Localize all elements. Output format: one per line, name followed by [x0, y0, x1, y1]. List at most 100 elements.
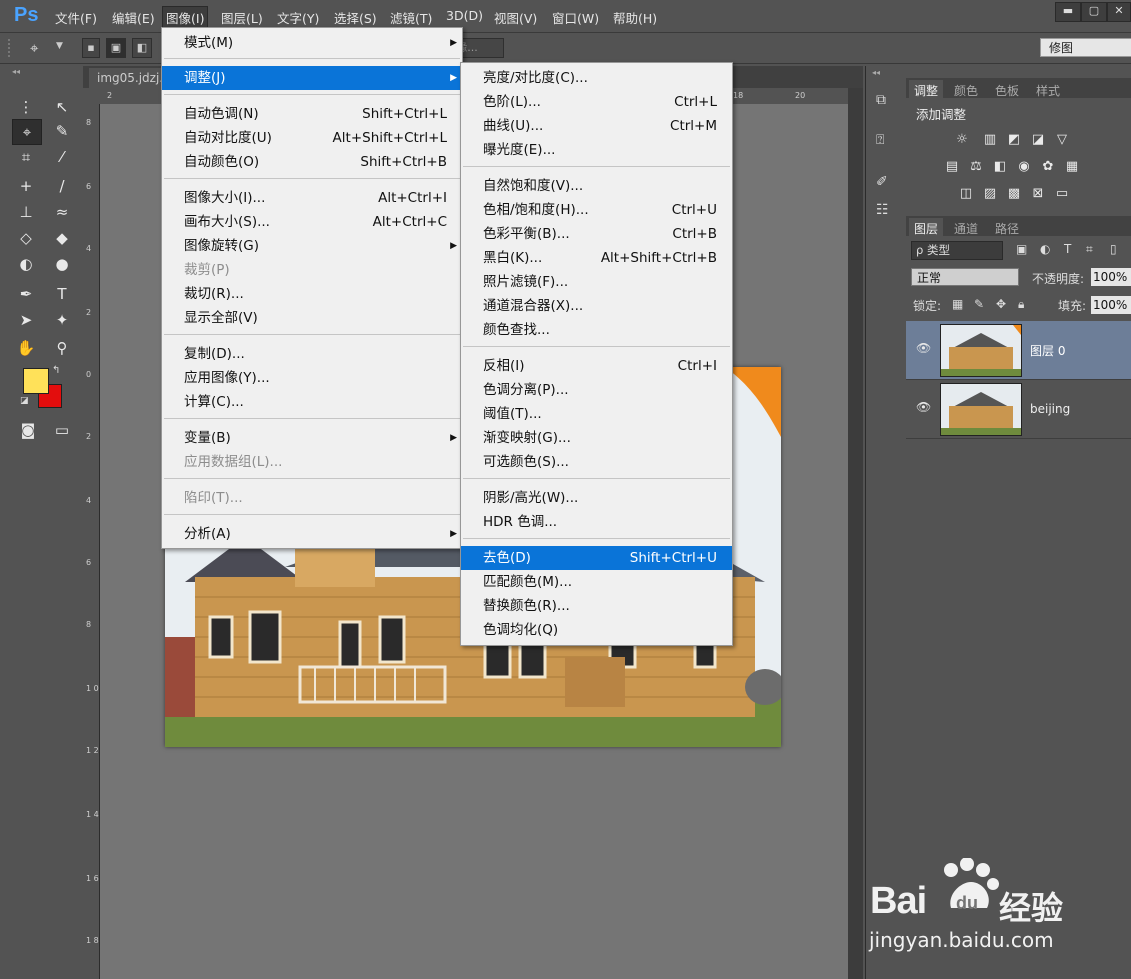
menu-item-auto-contrast[interactable]: 自动对比度(U) Alt+Shift+Ctrl+L	[162, 126, 462, 150]
menu-item-gradient-map[interactable]: 渐变映射(G)...	[461, 426, 732, 450]
move-icon[interactable]: ↖	[48, 95, 76, 119]
screen-mode-icon[interactable]: ▭	[48, 418, 76, 442]
menu-item-image-rotation[interactable]: 图像旋转(G) ▶	[162, 234, 462, 258]
tab-paths[interactable]: 路径	[990, 218, 1024, 239]
menu-file[interactable]: 文件(F)	[55, 8, 97, 27]
grip-handle[interactable]	[8, 39, 13, 57]
lock-position-icon[interactable]: ✥	[996, 297, 1006, 311]
maximize-button[interactable]: ▢	[1081, 2, 1107, 22]
tab-layers[interactable]: 图层	[909, 218, 944, 239]
hue-saturation-icon[interactable]: ▤	[944, 160, 960, 174]
default-colors-icon[interactable]: ◪	[20, 396, 29, 406]
exposure-icon[interactable]: ◪	[1030, 133, 1046, 147]
marquee-icon[interactable]: ⋮	[12, 95, 40, 119]
menu-item-posterize[interactable]: 色调分离(P)...	[461, 378, 732, 402]
eraser-icon[interactable]: ◇	[12, 226, 40, 250]
healing-icon[interactable]: +	[12, 174, 40, 198]
bucket-icon[interactable]: ◆	[48, 226, 76, 250]
menu-item-reveal-all[interactable]: 显示全部(V)	[162, 306, 462, 330]
filter-type-icon[interactable]: T	[1064, 242, 1071, 256]
tab-color[interactable]: 颜色	[949, 80, 983, 101]
tab-channels[interactable]: 通道	[949, 218, 983, 239]
menu-item-hdr-toning[interactable]: HDR 色调...	[461, 510, 732, 534]
eyedropper-icon[interactable]: ⁄	[48, 145, 76, 169]
lock-image-icon[interactable]: ✎	[974, 297, 984, 311]
subtract-selection-icon[interactable]: ◧	[132, 38, 152, 58]
polygon-lasso-icon[interactable]: ⌖	[30, 39, 38, 57]
filter-smart-icon[interactable]: ▯	[1110, 242, 1117, 256]
minimize-button[interactable]: ▬	[1055, 2, 1081, 22]
lasso-icon[interactable]: ⌖	[12, 119, 42, 145]
collapse-icon[interactable]: ◂◂	[872, 68, 880, 77]
threshold-icon[interactable]: ▩	[1006, 187, 1022, 201]
zoom-icon[interactable]: ⚲	[48, 336, 76, 360]
menu-item-black-white[interactable]: 黑白(K)... Alt+Shift+Ctrl+B	[461, 246, 732, 270]
menu-item-trim[interactable]: 裁切(R)...	[162, 282, 462, 306]
menu-item-calculations[interactable]: 计算(C)...	[162, 390, 462, 414]
menu-item-selective-color[interactable]: 可选颜色(S)...	[461, 450, 732, 474]
menu-item-levels[interactable]: 色阶(L)... Ctrl+L	[461, 90, 732, 114]
type-icon[interactable]: T	[48, 282, 76, 306]
channel-mixer-icon[interactable]: ✿	[1040, 160, 1056, 174]
brush-preset-icon[interactable]: ✐	[876, 174, 888, 190]
menu-help[interactable]: 帮助(H)	[613, 8, 657, 27]
menu-item-brightness-contrast[interactable]: 亮度/对比度(C)...	[461, 66, 732, 90]
hand-icon[interactable]: ✋	[12, 336, 40, 360]
visibility-eye-icon[interactable]: 👁︎	[916, 341, 931, 355]
filter-pixel-icon[interactable]: ▣	[1016, 242, 1027, 256]
workspace-select[interactable]: 修图	[1040, 38, 1131, 57]
menu-image[interactable]: 图像(I)	[162, 6, 209, 29]
menu-item-canvas-size[interactable]: 画布大小(S)... Alt+Ctrl+C	[162, 210, 462, 234]
menu-type[interactable]: 文字(Y)	[277, 8, 319, 27]
fill-input[interactable]: 100%	[1091, 296, 1131, 314]
swap-colors-icon[interactable]: ↰	[52, 365, 60, 376]
shape-icon[interactable]: ✦	[48, 308, 76, 332]
dodge-icon[interactable]: ●	[48, 252, 76, 276]
color-lookup-icon[interactable]: ▦	[1064, 160, 1080, 174]
menu-3d[interactable]: 3D(D)	[446, 8, 483, 23]
history-brush-icon[interactable]: ≈	[48, 200, 76, 224]
menu-item-photo-filter[interactable]: 照片滤镜(F)...	[461, 270, 732, 294]
menu-item-color-lookup[interactable]: 颜色查找...	[461, 318, 732, 342]
menu-item-vibrance[interactable]: 自然饱和度(V)...	[461, 174, 732, 198]
menu-item-channel-mixer[interactable]: 通道混合器(X)...	[461, 294, 732, 318]
filter-shape-icon[interactable]: ⌗	[1086, 242, 1093, 257]
menu-item-auto-tone[interactable]: 自动色调(N) Shift+Ctrl+L	[162, 102, 462, 126]
menu-item-exposure[interactable]: 曝光度(E)...	[461, 138, 732, 162]
menu-item-analysis[interactable]: 分析(A) ▶	[162, 522, 462, 546]
black-white-icon[interactable]: ◧	[992, 160, 1008, 174]
layer-filter-select[interactable]: ρ 类型	[911, 241, 1003, 260]
curves-icon[interactable]: ◩	[1006, 133, 1022, 147]
posterize-icon[interactable]: ▨	[982, 187, 998, 201]
menu-item-shadows-highlights[interactable]: 阴影/高光(W)...	[461, 486, 732, 510]
stamp-icon[interactable]: ⊥	[12, 200, 40, 224]
menu-item-adjustments[interactable]: 调整(J) ▶	[162, 66, 462, 90]
color-balance-icon[interactable]: ⚖	[968, 160, 984, 174]
menu-item-desaturate[interactable]: 去色(D) Shift+Ctrl+U	[461, 546, 732, 570]
selective-color-icon[interactable]: ⊠	[1030, 187, 1046, 201]
gradient-map-icon[interactable]: ▭	[1054, 187, 1070, 201]
menu-filter[interactable]: 滤镜(T)	[390, 8, 432, 27]
menu-item-color-balance[interactable]: 色彩平衡(B)... Ctrl+B	[461, 222, 732, 246]
pen-icon[interactable]: ✒	[12, 282, 40, 306]
brush-icon[interactable]: /	[48, 174, 76, 198]
menu-item-auto-color[interactable]: 自动颜色(O) Shift+Ctrl+B	[162, 150, 462, 174]
menu-layer[interactable]: 图层(L)	[221, 8, 263, 27]
blur-icon[interactable]: ◐	[12, 252, 40, 276]
quick-select-icon[interactable]: ✎	[48, 119, 76, 143]
menu-window[interactable]: 窗口(W)	[552, 8, 599, 27]
filter-adjust-icon[interactable]: ◐	[1040, 242, 1050, 256]
close-button[interactable]: ✕	[1107, 2, 1131, 22]
menu-item-hue-saturation[interactable]: 色相/饱和度(H)... Ctrl+U	[461, 198, 732, 222]
tab-styles[interactable]: 样式	[1031, 80, 1065, 101]
invert-icon[interactable]: ◫	[958, 187, 974, 201]
menu-item-equalize[interactable]: 色调均化(Q)	[461, 618, 732, 642]
brightness-icon[interactable]: ☼	[954, 133, 970, 147]
tab-adjustments[interactable]: 调整	[909, 80, 944, 101]
foreground-color-swatch-top[interactable]	[23, 368, 49, 394]
chevron-down-icon[interactable]: ▼	[56, 41, 63, 51]
path-select-icon[interactable]: ➤	[12, 308, 40, 332]
blend-mode-select[interactable]: 正常	[911, 268, 1019, 286]
menu-select[interactable]: 选择(S)	[334, 8, 377, 27]
collapse-icon[interactable]: ◂◂	[12, 67, 20, 76]
